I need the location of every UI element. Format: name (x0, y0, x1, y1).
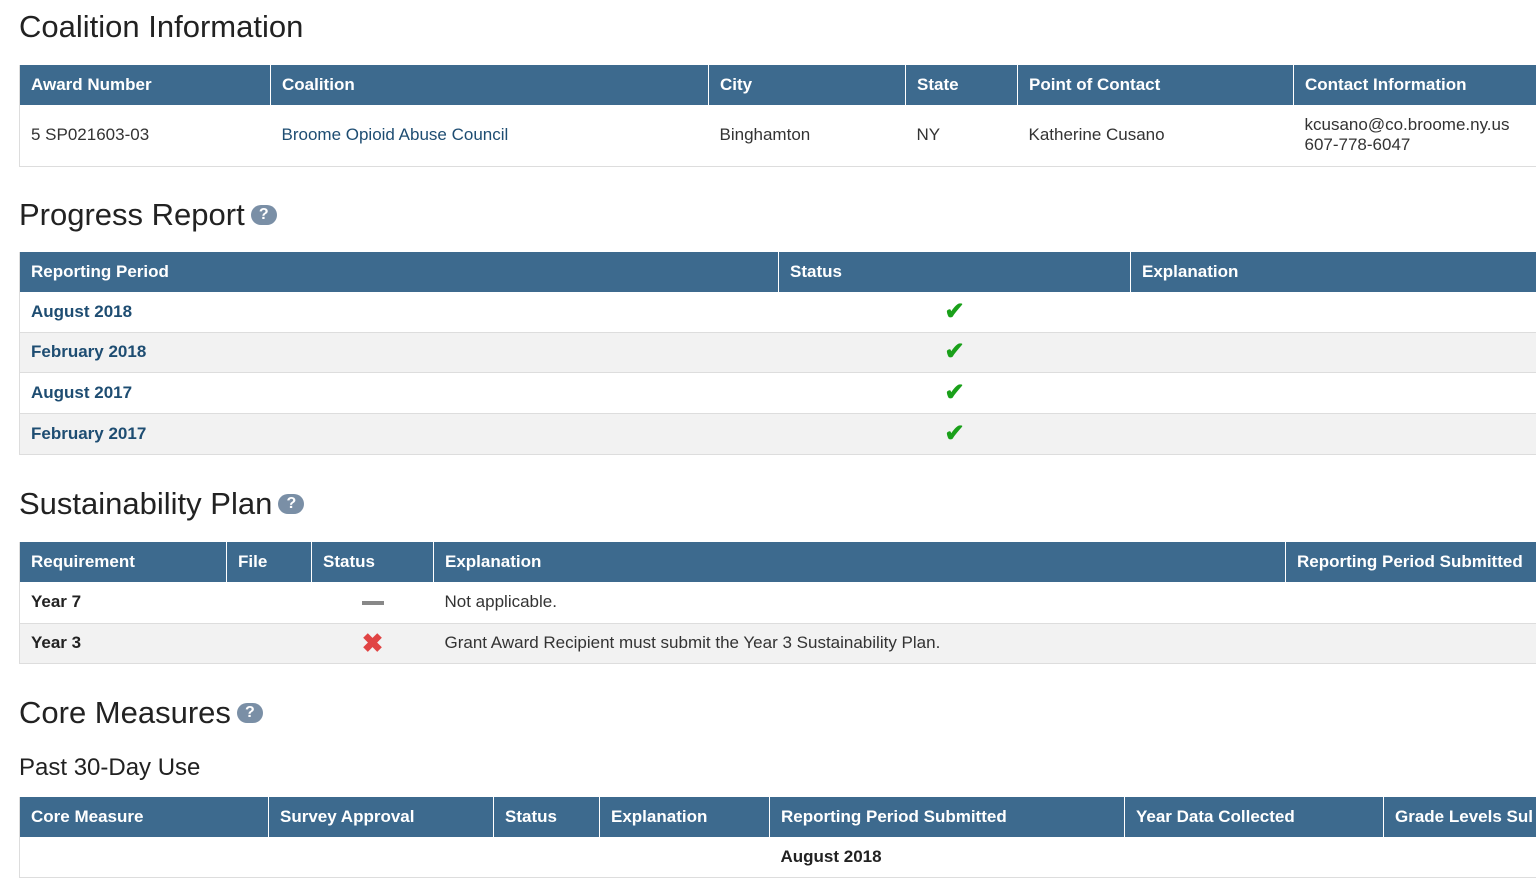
sustainability-table: Requirement File Status Explanation Repo… (19, 542, 1536, 664)
state: NY (906, 105, 1018, 166)
coalition-table: Award Number Coalition City State Point … (19, 65, 1536, 167)
help-icon[interactable]: ? (251, 205, 277, 225)
help-icon[interactable]: ? (237, 703, 263, 723)
contact-email[interactable]: kcusano@co.broome.ny.us (1305, 115, 1536, 135)
coalition-header-row: Award Number Coalition City State Point … (20, 65, 1536, 105)
status-cell: ✔ (779, 332, 1131, 372)
check-icon: ✔ (944, 379, 964, 406)
dash-icon (362, 601, 384, 605)
col-survey-approval[interactable]: Survey Approval (269, 797, 494, 837)
col-explanation[interactable]: Explanation (434, 542, 1286, 582)
requirement: Year 3 (20, 623, 227, 663)
period-cell: February 2017 (20, 413, 779, 454)
explanation: Grant Award Recipient must submit the Ye… (434, 623, 1286, 663)
sustainability-header-row: Requirement File Status Explanation Repo… (20, 542, 1536, 582)
coalition-cell: Broome Opioid Abuse Council (271, 105, 709, 166)
status-cell: ✖ (312, 623, 434, 663)
requirement: Year 7 (20, 582, 227, 623)
table-row: Year 3 ✖ Grant Award Recipient must subm… (20, 623, 1536, 663)
check-icon: ✔ (944, 338, 964, 365)
check-icon: ✔ (944, 420, 964, 447)
check-icon: ✔ (944, 298, 964, 325)
reporting-period-link[interactable]: February 2018 (31, 342, 146, 361)
col-status[interactable]: Status (779, 252, 1131, 292)
col-year-data-collected[interactable]: Year Data Collected (1125, 797, 1384, 837)
col-city[interactable]: City (709, 65, 906, 105)
table-row: August 2017 ✔ (20, 372, 1536, 413)
col-reporting-period-submitted[interactable]: Reporting Period Submitted (1286, 542, 1536, 582)
reporting-period-link[interactable]: August 2017 (31, 383, 132, 402)
status-cell: ✔ (779, 372, 1131, 413)
city: Binghamton (709, 105, 906, 166)
reporting-period-link[interactable]: February 2017 (31, 424, 146, 443)
reporting-period-submitted (1286, 623, 1536, 663)
progress-title-text: Progress Report (19, 197, 245, 232)
col-file[interactable]: File (227, 542, 312, 582)
col-coalition[interactable]: Coalition (271, 65, 709, 105)
progress-table: Reporting Period Status Explanation Augu… (19, 252, 1536, 455)
status-cell: ✔ (779, 292, 1131, 332)
explanation (1131, 292, 1536, 332)
explanation: Not applicable. (434, 582, 1286, 623)
reporting-period-link[interactable]: August 2018 (31, 302, 132, 321)
col-state[interactable]: State (906, 65, 1018, 105)
award-number: 5 SP021603-03 (20, 105, 271, 166)
period-cell: February 2018 (20, 332, 779, 372)
contact-phone: 607-778-6047 (1305, 135, 1536, 155)
table-row: February 2017 ✔ (20, 413, 1536, 454)
table-row: February 2018 ✔ (20, 332, 1536, 372)
point-of-contact: Katherine Cusano (1018, 105, 1294, 166)
reporting-period-submitted (1286, 582, 1536, 623)
progress-section-title: Progress Report? (19, 199, 277, 230)
col-core-measure[interactable]: Core Measure (20, 797, 269, 837)
col-explanation[interactable]: Explanation (600, 797, 770, 837)
col-requirement[interactable]: Requirement (20, 542, 227, 582)
status (494, 837, 600, 877)
help-icon[interactable]: ? (278, 494, 304, 514)
col-award-number[interactable]: Award Number (20, 65, 271, 105)
x-icon: ✖ (362, 628, 384, 658)
status-cell (312, 582, 434, 623)
explanation (1131, 332, 1536, 372)
contact-information: kcusano@co.broome.ny.us 607-778-6047 (1294, 105, 1536, 166)
col-status[interactable]: Status (312, 542, 434, 582)
core-measure (20, 837, 269, 877)
core-title-text: Core Measures (19, 695, 231, 730)
col-reporting-period-submitted[interactable]: Reporting Period Submitted (770, 797, 1125, 837)
file (227, 623, 312, 663)
core-subtitle: Past 30-Day Use (19, 756, 200, 780)
status-cell: ✔ (779, 413, 1131, 454)
period-cell: August 2017 (20, 372, 779, 413)
coalition-section-title: Coalition Information (19, 11, 303, 42)
sustainability-section-title: Sustainability Plan? (19, 488, 304, 519)
col-reporting-period[interactable]: Reporting Period (20, 252, 779, 292)
reporting-period-submitted: August 2018 (770, 837, 1125, 877)
table-row: 5 SP021603-03 Broome Opioid Abuse Counci… (20, 105, 1536, 166)
table-row: Year 7 Not applicable. (20, 582, 1536, 623)
year-data-collected (1125, 837, 1384, 877)
progress-header-row: Reporting Period Status Explanation (20, 252, 1536, 292)
explanation (1131, 372, 1536, 413)
table-row: August 2018 (20, 837, 1536, 877)
col-status[interactable]: Status (494, 797, 600, 837)
table-row: August 2018 ✔ (20, 292, 1536, 332)
col-grade-levels[interactable]: Grade Levels Sul (1384, 797, 1536, 837)
core-measures-table: Core Measure Survey Approval Status Expl… (19, 797, 1536, 878)
col-point-of-contact[interactable]: Point of Contact (1018, 65, 1294, 105)
col-contact-information[interactable]: Contact Information (1294, 65, 1536, 105)
coalition-link[interactable]: Broome Opioid Abuse Council (282, 125, 509, 144)
grade-levels (1384, 837, 1536, 877)
period-cell: August 2018 (20, 292, 779, 332)
explanation (1131, 413, 1536, 454)
explanation (600, 837, 770, 877)
core-section-title: Core Measures? (19, 697, 263, 728)
survey-approval (269, 837, 494, 877)
file (227, 582, 312, 623)
col-explanation[interactable]: Explanation (1131, 252, 1536, 292)
core-header-row: Core Measure Survey Approval Status Expl… (20, 797, 1536, 837)
sustainability-title-text: Sustainability Plan (19, 486, 272, 521)
